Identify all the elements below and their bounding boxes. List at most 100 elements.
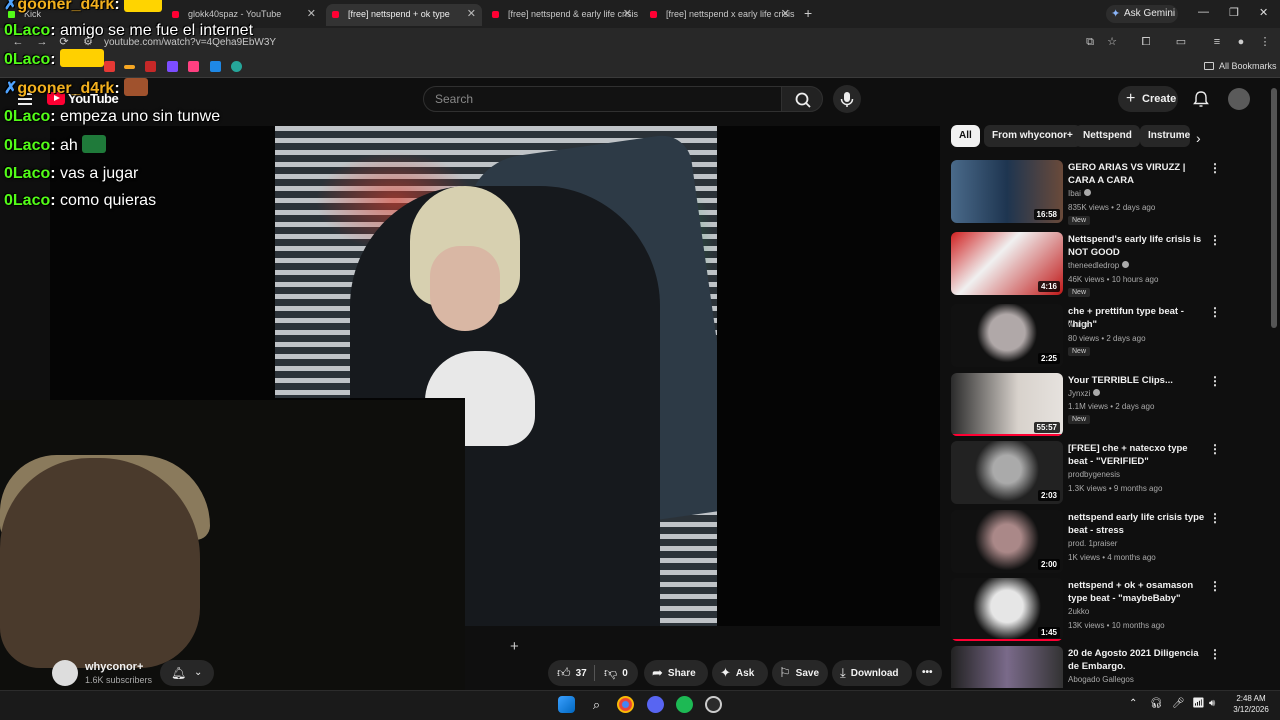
video-title[interactable]: GERO ARIAS VS VIRUZZ | CARA A CARA (1068, 161, 1206, 187)
new-tab-button[interactable]: + (804, 5, 812, 21)
close-tab-icon[interactable]: ✕ (307, 4, 316, 24)
recommendation-item[interactable]: 2:03 [FREE] che + natecxo type beat - "V… (951, 441, 1226, 505)
video-thumbnail[interactable]: 1:45 (951, 578, 1063, 641)
more-options-icon[interactable]: ⋮ (1209, 233, 1221, 247)
video-thumbnail[interactable]: 2:00 (951, 510, 1063, 573)
recommendation-item[interactable]: 1:45 nettspend + ok + osamason type beat… (951, 578, 1226, 642)
more-options-icon[interactable]: ⋮ (1209, 511, 1221, 525)
tab-nettspend-ok[interactable]: [free] nettspend + ok type ✕ (326, 4, 482, 26)
cast-icon[interactable]: ▭ (1175, 36, 1187, 48)
restore-icon[interactable]: ❐ (1229, 6, 1239, 19)
channel-name[interactable]: prodbygenesis (1068, 470, 1120, 479)
recommendation-item[interactable]: 4:16 Nettspend's early life crisis is NO… (951, 232, 1226, 297)
chip-nettspend[interactable]: Nettspend (1075, 125, 1140, 147)
subscription-bell-button[interactable]: 🔔︎ ⌄ (160, 660, 214, 686)
tab-nettspend-elc[interactable]: [free] nettspend & early life crisis ✕ (486, 4, 638, 26)
media-controls-icon[interactable]: ≡ (1211, 36, 1223, 48)
video-meta: 13K views • 10 months ago (1068, 621, 1165, 630)
voice-search-button[interactable] (833, 85, 861, 113)
headset-icon[interactable]: 🎧︎ (1150, 698, 1163, 709)
more-options-icon[interactable]: ⋮ (1209, 442, 1221, 456)
notifications-button[interactable] (1187, 85, 1215, 113)
video-thumbnail[interactable] (951, 646, 1063, 688)
video-thumbnail[interactable]: 4:16 (951, 232, 1063, 295)
chevron-up-icon[interactable]: ⌃ (1129, 698, 1137, 709)
download-button[interactable]: ⤓ Download (832, 660, 912, 686)
bookmark-star-icon[interactable]: ☆ (1106, 36, 1118, 48)
close-window-icon[interactable]: ✕ (1259, 6, 1268, 19)
close-tab-icon[interactable]: ✕ (781, 4, 790, 24)
video-title[interactable]: 20 de Agosto 2021 Diligencia de Embargo. (1068, 647, 1206, 673)
more-options-icon[interactable]: ⋮ (1209, 305, 1221, 319)
video-title[interactable]: [FREE] che + natecxo type beat - "VERIFI… (1068, 442, 1206, 468)
video-title[interactable]: nettspend + ok + osamason type beat - "m… (1068, 579, 1206, 605)
profile-icon[interactable]: ● (1235, 36, 1247, 48)
channel-name[interactable]: whyconor+ (85, 661, 143, 673)
spotify-icon[interactable] (676, 696, 693, 713)
chip-from-channel[interactable]: From whyconor+ (984, 125, 1081, 147)
microphone-tray-icon[interactable]: 🎤︎ (1172, 698, 1185, 709)
ask-button[interactable]: ✦ Ask (712, 660, 768, 686)
video-title[interactable]: Nettspend's early life crisis is NOT GOO… (1068, 233, 1206, 259)
system-clock[interactable]: 2:48 AM 3/12/2026 (1226, 693, 1276, 715)
channel-avatar[interactable] (52, 660, 78, 686)
menu-kebab-icon[interactable]: ⋮ (1259, 36, 1271, 48)
chat-message: 0Laco: amigo se me fue el internet (4, 22, 254, 39)
save-button[interactable]: ⚐ Save (772, 660, 828, 686)
create-button[interactable]: + Create (1118, 86, 1178, 112)
account-avatar[interactable] (1228, 88, 1250, 110)
channel-name[interactable]: wisior (1068, 320, 1088, 329)
tab-nettspend-x[interactable]: [free] nettspend x early life crisis ✕ (644, 4, 796, 26)
search-input[interactable] (424, 87, 781, 111)
more-options-icon[interactable]: ⋮ (1209, 647, 1221, 661)
more-options-icon[interactable]: ⋮ (1209, 579, 1221, 593)
search-button[interactable] (781, 86, 823, 112)
plus-icon: + (1126, 90, 1136, 107)
close-tab-icon[interactable]: ✕ (467, 4, 476, 24)
obs-icon[interactable] (705, 696, 722, 713)
video-title[interactable]: nettspend early life crisis type beat - … (1068, 511, 1206, 537)
search-icon[interactable]: ⌕ (588, 696, 605, 713)
like-button[interactable]: 👍︎ 37 (557, 660, 587, 687)
start-windows-icon[interactable] (558, 696, 575, 713)
video-thumbnail[interactable]: 16:58 (951, 160, 1063, 223)
chip-instrumentals[interactable]: Instrumentals (1140, 125, 1190, 147)
video-thumbnail[interactable]: 2:03 (951, 441, 1063, 504)
wifi-icon[interactable]: 📶︎ (1192, 698, 1205, 709)
recommendation-item[interactable]: 55:57 Your TERRIBLE Clips... Jynxzi 1.1M… (951, 373, 1226, 437)
recommendation-item[interactable]: 20 de Agosto 2021 Diligencia de Embargo.… (951, 646, 1226, 688)
discord-icon[interactable] (647, 696, 664, 713)
recommendation-item[interactable]: 16:58 GERO ARIAS VS VIRUZZ | CARA A CARA… (951, 160, 1226, 225)
verified-icon (1083, 189, 1091, 196)
chip-all[interactable]: All (951, 125, 980, 147)
channel-line[interactable]: Ibai (1068, 189, 1091, 198)
chevron-right-icon[interactable]: › (1196, 130, 1201, 146)
channel-line[interactable]: theneedledrop (1068, 261, 1130, 270)
page-scrollbar[interactable] (1271, 88, 1277, 328)
channel-line[interactable]: Jynxzi (1068, 389, 1101, 398)
more-options-icon[interactable]: ⋮ (1209, 161, 1221, 175)
channel-name[interactable]: prod. 1praiser (1068, 539, 1117, 548)
all-bookmarks[interactable]: All Bookmarks (1204, 61, 1277, 71)
more-actions-button[interactable]: ••• (916, 660, 942, 686)
channel-name[interactable]: Abogado Gallegos (1068, 675, 1134, 684)
minimize-icon[interactable]: — (1198, 6, 1209, 18)
video-thumbnail[interactable]: 2:25 (951, 304, 1063, 367)
video-title[interactable]: che + prettifun type beat - "high" (1068, 305, 1206, 331)
dislike-button[interactable]: 👎︎ 0 (604, 660, 628, 687)
video-title[interactable]: Your TERRIBLE Clips... (1068, 374, 1206, 387)
install-app-icon[interactable]: ⧉ (1084, 36, 1096, 48)
like-dislike-bar: 👍︎ 37 👎︎ 0 (548, 660, 638, 686)
recommendation-item[interactable]: 2:00 nettspend early life crisis type be… (951, 510, 1226, 574)
recommendation-item[interactable]: 2:25 che + prettifun type beat - "high" … (951, 304, 1226, 368)
volume-icon[interactable]: 🔊︎ (1209, 698, 1215, 709)
chrome-icon[interactable] (617, 696, 634, 713)
close-tab-icon[interactable]: ✕ (623, 4, 632, 24)
video-thumbnail[interactable]: 55:57 (951, 373, 1063, 436)
channel-name[interactable]: 2ukko (1068, 607, 1089, 616)
extensions-icon[interactable]: ⧠ (1140, 36, 1152, 48)
ask-gemini-button[interactable]: ✦ Ask Gemini (1106, 5, 1178, 23)
video-meta: 46K views • 10 hours ago (1068, 275, 1159, 284)
more-options-icon[interactable]: ⋮ (1209, 374, 1221, 388)
share-button[interactable]: ➦ Share (644, 660, 708, 686)
